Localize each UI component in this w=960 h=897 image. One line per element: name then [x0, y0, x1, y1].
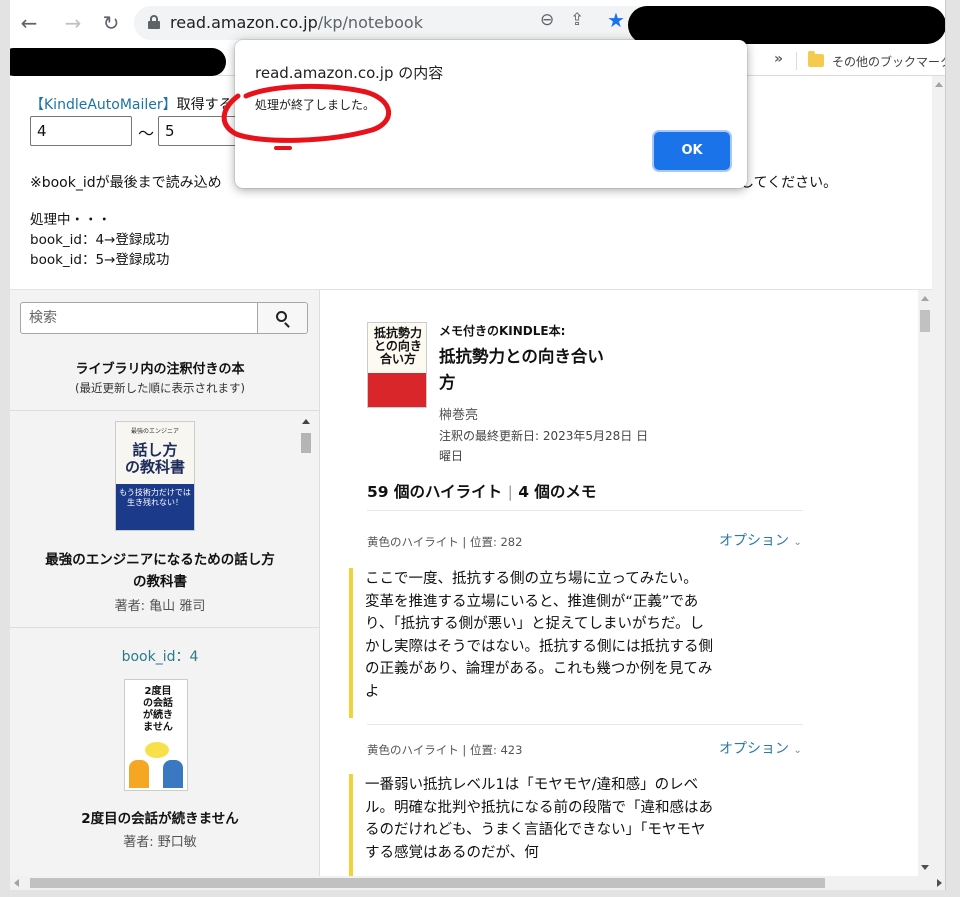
cover-text: 話し方 の教科書 [124, 441, 185, 476]
chevron-down-icon: ⌄ [793, 537, 802, 548]
book-title-text: 最強のエンジニアになるための話し方の教科書 [45, 552, 275, 590]
reload-icon[interactable]: ↻ [98, 10, 124, 36]
book-id-label: book_id：4 [121, 649, 199, 665]
redaction [10, 48, 226, 76]
cover-text: もう技術力だけでは 生き残れない！ [119, 488, 191, 507]
highlight-meta: 黄色のハイライト | 位置: 423 [367, 743, 523, 757]
highlight-text[interactable]: 一番弱い抵抗レベル1は「モヤモヤ/違和感」のレベル。明確な批判や抵抗になる前の段… [365, 774, 715, 864]
options-label: オプション [719, 741, 789, 757]
other-bookmarks-link[interactable]: その他のブックマーク [832, 53, 945, 70]
lock-icon[interactable] [148, 15, 160, 29]
tool-name: 【KindleAutoMailer】 [30, 97, 177, 113]
tool-title-rest: 取得する [176, 97, 233, 113]
scroll-thumb[interactable] [301, 433, 311, 453]
library-subtitle: (最近更新した順に表示されます) [75, 381, 245, 395]
count-separator: | [507, 483, 513, 501]
cover-figure [163, 760, 183, 788]
url-domain: read.amazon.co.jp [170, 13, 318, 32]
options-label: オプション [719, 533, 789, 549]
scroll-thumb[interactable] [920, 310, 930, 332]
highlight-text[interactable]: ここで一度、抵抗する側の立ち場に立ってみたい。 変革を推進する立場にいると、推進… [365, 568, 715, 703]
note-count: 4 個のメモ [518, 483, 597, 501]
cover-band [368, 373, 426, 407]
scroll-thumb[interactable] [30, 878, 825, 888]
cover-figure [129, 760, 149, 788]
notice-text-end: してください。 [740, 175, 838, 191]
range-tilde: 〜 [138, 124, 155, 143]
cover-text: 抵抗勢力との向き合い方 [373, 326, 422, 366]
book-cover: 抵抗勢力との向き合い方 [367, 322, 427, 408]
cover-text: 2度目の会話が続きません [143, 686, 173, 733]
book-title[interactable]: 2度目の会話が続きません [10, 807, 310, 827]
library-sidebar: ライブラリ内の注釈付きの本 (最近更新した順に表示されます) 最強のエンジニア … [10, 290, 320, 876]
library-search-input[interactable] [21, 303, 259, 333]
log-line: 処理中・・・ [30, 212, 111, 228]
highlight-options-link[interactable]: オプション ⌄ [719, 738, 802, 758]
bookmark-star-icon[interactable]: ★ [607, 8, 625, 32]
highlight-color-bar [349, 774, 353, 876]
highlight-meta: 黄色のハイライト | 位置: 282 [367, 535, 523, 549]
address-url[interactable]: read.amazon.co.jp/kp/notebook [170, 13, 423, 32]
scroll-down-arrow-icon[interactable] [921, 865, 929, 870]
search-button[interactable] [257, 303, 307, 333]
book-id-to-input[interactable] [158, 116, 238, 146]
last-updated: 注釈の最終更新日: 2023年5月28日 日曜日 [439, 429, 649, 463]
page-scrollbar[interactable] [932, 76, 945, 876]
ok-button[interactable]: OK [654, 132, 730, 170]
bookmarks-separator [796, 52, 797, 70]
tool-title: 【KindleAutoMailer】取得する [30, 94, 233, 114]
book-title[interactable]: 最強のエンジニアになるための話し方の教科書 [10, 549, 310, 593]
log-line: book_id：5→登録成功 [30, 252, 170, 268]
book-author: 著者: 亀山 雅司 [114, 599, 206, 614]
log-line: book_id：4→登録成功 [30, 232, 170, 248]
highlight-count: 59 個のハイライト [367, 483, 503, 501]
speech-bubble [145, 742, 169, 758]
notebook-label: メモ付きのKINDLE本: [439, 324, 566, 338]
search-icon [276, 311, 287, 322]
folder-icon[interactable] [808, 51, 824, 67]
notice-text: ※book_idが最後まで読み込め [30, 175, 222, 191]
dialog-title: read.amazon.co.jp の内容 [255, 64, 444, 82]
redaction [628, 6, 945, 44]
annotation-counts: 59 個のハイライト | 4 個のメモ [367, 480, 596, 502]
scroll-right-arrow-icon[interactable] [937, 879, 942, 887]
page-content: 【KindleAutoMailer】取得する 〜 ※book_idが最後まで読み… [10, 76, 945, 890]
bookmarks-overflow-chevron-icon[interactable]: » [774, 51, 783, 67]
zoom-icon[interactable]: ⊖ [540, 10, 562, 32]
scroll-up-arrow-icon[interactable] [935, 82, 943, 87]
book-cover[interactable]: 2度目の会話が続きません [124, 679, 188, 791]
alert-dialog: read.amazon.co.jp の内容 処理が終了しました。 OK [235, 40, 747, 188]
highlight-divider [367, 510, 803, 511]
notebook-book-title: 抵抗勢力との向き合い方 [439, 347, 604, 392]
horizontal-scrollbar[interactable] [10, 876, 945, 890]
notebook-scrollbar[interactable] [918, 290, 932, 876]
highlight-color-bar [349, 568, 353, 718]
share-icon[interactable]: ⇪ [570, 10, 592, 32]
highlight-options-link[interactable]: オプション ⌄ [719, 530, 802, 550]
book-author: 著者: 野口敏 [123, 835, 197, 850]
dialog-message: 処理が終了しました。 [255, 98, 376, 112]
process-log: 処理中・・・ book_id：4→登録成功 book_id：5→登録成功 [30, 210, 169, 270]
scroll-up-arrow-icon[interactable] [921, 296, 929, 301]
scroll-left-arrow-icon[interactable] [14, 879, 19, 887]
back-arrow-icon[interactable]: ← [16, 10, 42, 36]
notebook-book-author: 榊巻亮 [439, 408, 479, 423]
notebook-panel: 抵抗勢力との向き合い方 メモ付きのKINDLE本: 抵抗勢力との向き合い方 榊巻… [321, 290, 932, 876]
book-cover[interactable]: 最強のエンジニア 話し方 の教科書 もう技術力だけでは 生き残れない！ [115, 421, 195, 531]
library-search [20, 302, 308, 334]
browser-window: ← → ↻ read.amazon.co.jp/kp/notebook ⊖ ⇪ … [10, 0, 946, 890]
chevron-down-icon: ⌄ [793, 745, 802, 756]
library-title: ライブラリ内の注釈付きの本 [75, 362, 245, 377]
scroll-up-arrow-icon[interactable] [302, 419, 310, 424]
url-path: /kp/notebook [317, 13, 423, 32]
book-separator [10, 627, 320, 628]
book-id-from-input[interactable] [30, 116, 132, 146]
highlight-divider [367, 724, 803, 725]
forward-arrow-icon[interactable]: → [60, 10, 86, 36]
cover-text: 最強のエンジニア [130, 428, 179, 435]
book-list[interactable]: 最強のエンジニア 話し方 の教科書 もう技術力だけでは 生き残れない！ 最強のエ… [10, 410, 320, 876]
